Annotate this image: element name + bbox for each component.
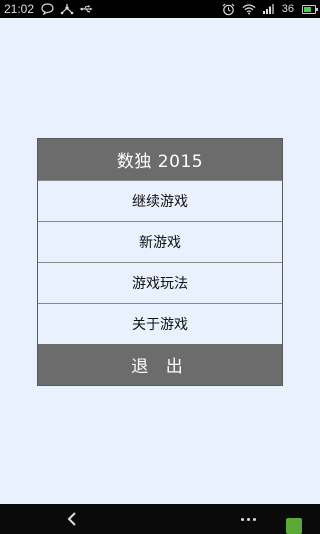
app-store-badge xyxy=(284,512,320,534)
usb-icon xyxy=(80,2,94,16)
more-dot xyxy=(240,517,244,521)
alarm-icon xyxy=(222,2,236,16)
exit-button[interactable]: 退 出 xyxy=(38,344,282,385)
signal-icon xyxy=(262,2,276,16)
wifi-icon xyxy=(242,2,256,16)
continue-game-button[interactable]: 继续游戏 xyxy=(38,180,282,221)
status-bar: 21:02 36 xyxy=(0,0,320,18)
battery-icon xyxy=(302,4,318,14)
new-game-button[interactable]: 新游戏 xyxy=(38,221,282,262)
signal-strength-text: 36 xyxy=(281,3,294,15)
menu-title: 数独 2015 xyxy=(38,139,282,180)
navigation-bar xyxy=(0,504,320,534)
how-to-play-button[interactable]: 游戏玩法 xyxy=(38,262,282,303)
main-menu: 数独 2015 继续游戏 新游戏 游戏玩法 关于游戏 退 出 xyxy=(37,138,283,386)
about-game-button[interactable]: 关于游戏 xyxy=(38,303,282,344)
more-dot xyxy=(246,517,250,521)
chat-icon xyxy=(40,2,54,16)
store-logo-icon xyxy=(286,518,302,534)
more-dot xyxy=(252,517,256,521)
status-right: 36 xyxy=(222,2,318,16)
more-icon[interactable] xyxy=(236,512,260,526)
usb-share-icon xyxy=(60,2,74,16)
status-time: 21:02 xyxy=(4,2,35,16)
status-left: 21:02 xyxy=(4,0,94,18)
back-icon[interactable] xyxy=(62,510,82,528)
